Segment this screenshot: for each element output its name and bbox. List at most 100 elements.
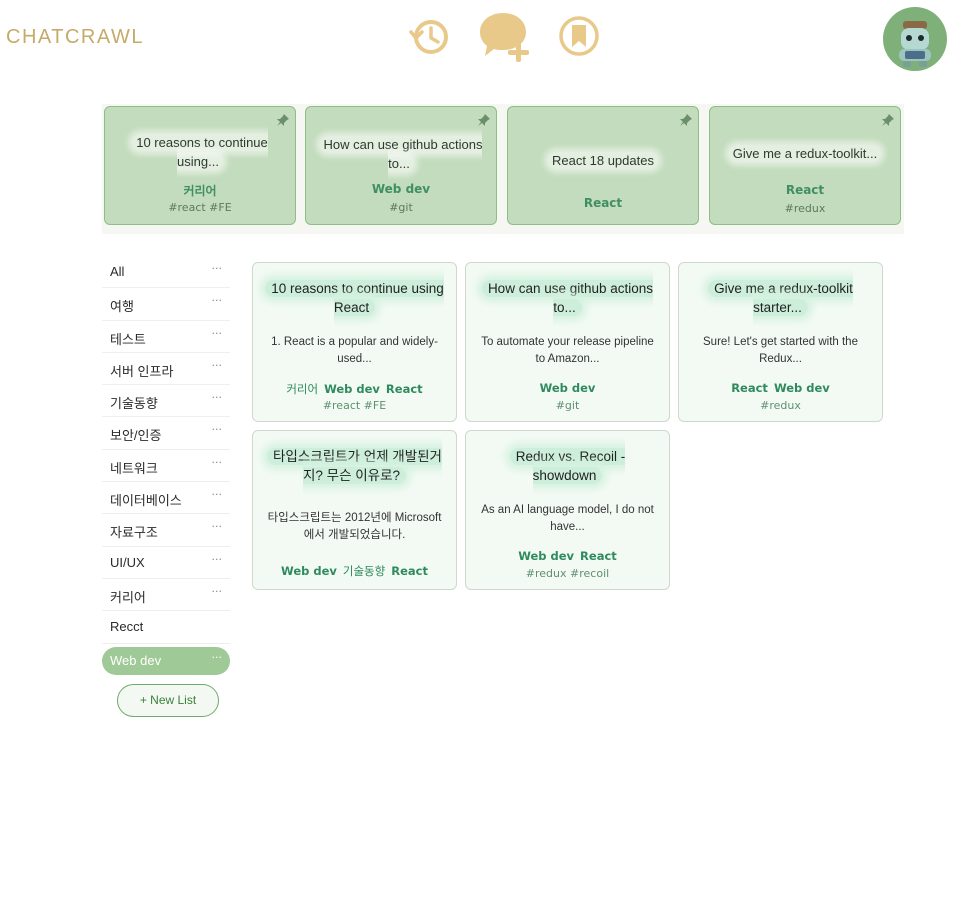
sidebar-item-label: Recct <box>110 619 144 635</box>
pinned-card-category[interactable]: Web dev <box>306 182 496 196</box>
sidebar-item-label: 자료구조 <box>110 525 158 541</box>
chat-card-title: Redux vs. Recoil - showdown <box>474 447 661 485</box>
chat-card-title: 타입스크립트가 언제 개발된거지? 무슨 이유로? <box>261 447 448 485</box>
pinned-card-tags: #redux <box>784 202 826 215</box>
more-options-icon[interactable]: ··· <box>212 294 223 307</box>
sidebar-item-ui-ux[interactable]: UI/UX ··· <box>102 547 230 579</box>
category-tag[interactable]: React <box>386 382 423 396</box>
pinned-card-tags: #git <box>389 201 413 214</box>
pin-icon[interactable] <box>477 113 491 127</box>
more-options-icon[interactable]: ··· <box>212 262 223 275</box>
pinned-card[interactable]: How can use github actions to... Web dev… <box>305 106 497 225</box>
chat-card-title: 10 reasons to continue using React <box>261 279 448 317</box>
chat-card-tags: #git <box>555 399 580 412</box>
chat-card-tags: #react #FE <box>322 399 387 412</box>
chat-card-preview: Sure! Let's get started with the Redux..… <box>703 336 858 365</box>
more-options-icon[interactable]: ··· <box>212 585 223 598</box>
chat-card-preview: To automate your release pipeline to Ama… <box>481 336 654 365</box>
new-chat-icon[interactable] <box>478 10 532 64</box>
sidebar-item-recct[interactable]: Recct <box>102 611 230 644</box>
more-options-icon[interactable]: ··· <box>212 327 223 340</box>
sidebar-item-label: 보안/인증 <box>110 428 162 444</box>
new-list-button[interactable]: + New List <box>117 684 219 717</box>
category-tag[interactable]: Web dev <box>540 381 596 395</box>
sidebar-item-network[interactable]: 네트워크 ··· <box>102 450 230 483</box>
category-tag[interactable]: 기술동향 <box>343 564 385 578</box>
more-options-icon[interactable]: ··· <box>212 651 223 664</box>
sidebar-item-all[interactable]: All ··· <box>102 256 230 289</box>
sidebar-item-security[interactable]: 보안/인증 ··· <box>102 417 230 450</box>
pin-icon[interactable] <box>276 113 290 127</box>
chat-card[interactable]: Redux vs. Recoil - showdown As an AI lan… <box>465 430 670 590</box>
pinned-card-tags: #react #FE <box>168 201 232 214</box>
sidebar-item-travel[interactable]: 여행 ··· <box>102 288 230 321</box>
sidebar-item-label: 커리어 <box>110 589 146 605</box>
category-tag[interactable]: React <box>580 549 617 563</box>
sidebar-item-test[interactable]: 테스트 ··· <box>102 321 230 353</box>
category-tag[interactable]: React <box>731 381 768 395</box>
sidebar-item-label: 여행 <box>110 299 134 315</box>
pinned-card-title: 10 reasons to continue using... <box>115 133 285 171</box>
sidebar-item-label: UI/UX <box>110 554 145 570</box>
sidebar-item-label: 테스트 <box>110 331 146 347</box>
pinned-card-category[interactable]: React <box>710 183 900 197</box>
sidebar-item-label: All <box>110 264 125 279</box>
sidebar-item-career[interactable]: 커리어 ··· <box>102 579 230 612</box>
pinned-card[interactable]: React 18 updates React <box>507 106 699 225</box>
more-options-icon[interactable]: ··· <box>212 359 223 372</box>
history-icon[interactable] <box>406 12 454 60</box>
chat-card[interactable]: Give me a redux-toolkit starter... Sure!… <box>678 262 883 422</box>
pin-icon[interactable] <box>679 113 693 127</box>
more-options-icon[interactable]: ··· <box>212 553 223 566</box>
pin-icon[interactable] <box>881 113 895 127</box>
app-logo[interactable]: CHATCRAWL <box>6 26 144 49</box>
chat-card-categories: 커리어 Web dev React <box>253 381 456 397</box>
avatar[interactable] <box>883 7 947 71</box>
chat-card-categories: Web dev React <box>466 549 669 563</box>
sidebar-item-label: Web dev <box>110 652 162 668</box>
more-options-icon[interactable]: ··· <box>212 423 223 436</box>
chat-card-preview: 타입스크립트는 2012년에 Microsoft에서 개발되었습니다. <box>267 512 442 541</box>
pinned-card-title: Give me a redux-toolkit... <box>720 144 890 163</box>
category-sidebar: All ··· 여행 ··· 테스트 ··· 서버 인프라 ··· 기술동향 ··· 보안… <box>102 256 230 675</box>
sidebar-item-label: 데이터베이스 <box>110 493 182 509</box>
sidebar-item-data-structures[interactable]: 자료구조 ··· <box>102 514 230 547</box>
category-tag[interactable]: React <box>391 564 428 578</box>
chat-card-categories: Web dev 기술동향 React <box>253 563 456 579</box>
category-tag[interactable]: Web dev <box>324 382 380 396</box>
category-tag[interactable]: Web dev <box>774 381 830 395</box>
pinned-card[interactable]: 10 reasons to continue using... 커리어 #rea… <box>104 106 296 225</box>
category-tag[interactable]: Web dev <box>281 564 337 578</box>
pinned-card-title: React 18 updates <box>518 151 688 170</box>
chat-card-title: Give me a redux-toolkit starter... <box>687 279 874 317</box>
pinned-card[interactable]: Give me a redux-toolkit... React #redux <box>709 106 901 225</box>
more-options-icon[interactable]: ··· <box>212 520 223 533</box>
more-options-icon[interactable]: ··· <box>212 391 223 404</box>
chat-card-tags: #redux #recoil <box>525 567 610 580</box>
chat-card-tags: #redux <box>760 399 801 412</box>
category-tag[interactable]: 커리어 <box>286 382 318 396</box>
sidebar-item-label: 기술동향 <box>110 396 158 412</box>
sidebar-item-server-infra[interactable]: 서버 인프라 ··· <box>102 353 230 386</box>
more-options-icon[interactable]: ··· <box>212 488 223 501</box>
sidebar-item-database[interactable]: 데이터베이스 ··· <box>102 482 230 515</box>
sidebar-item-web-dev[interactable]: Web dev ··· <box>102 646 230 675</box>
chat-card-categories: React Web dev <box>679 381 882 395</box>
pinned-card-title: How can use github actions to... <box>316 135 486 173</box>
chat-card-title: How can use github actions to... <box>474 279 661 317</box>
more-options-icon[interactable]: ··· <box>212 456 223 469</box>
chat-card[interactable]: 타입스크립트가 언제 개발된거지? 무슨 이유로? 타입스크립트는 2012년에… <box>252 430 457 590</box>
chat-card-preview: 1. React is a popular and widely-used... <box>271 336 438 365</box>
pinned-section: 10 reasons to continue using... 커리어 #rea… <box>102 104 904 234</box>
category-tag[interactable]: Web dev <box>518 549 574 563</box>
sidebar-item-label: 서버 인프라 <box>110 363 174 379</box>
pinned-card-category[interactable]: React <box>508 196 698 210</box>
bookmark-icon[interactable] <box>555 12 603 60</box>
sidebar-item-tech-trends[interactable]: 기술동향 ··· <box>102 385 230 418</box>
chat-card[interactable]: 10 reasons to continue using React 1. Re… <box>252 262 457 422</box>
chat-card-categories: Web dev <box>466 381 669 395</box>
sidebar-item-label: 네트워크 <box>110 460 158 476</box>
pinned-card-category[interactable]: 커리어 <box>105 182 295 199</box>
chat-card-preview: As an AI language model, I do not have..… <box>481 504 654 533</box>
chat-card[interactable]: How can use github actions to... To auto… <box>465 262 670 422</box>
